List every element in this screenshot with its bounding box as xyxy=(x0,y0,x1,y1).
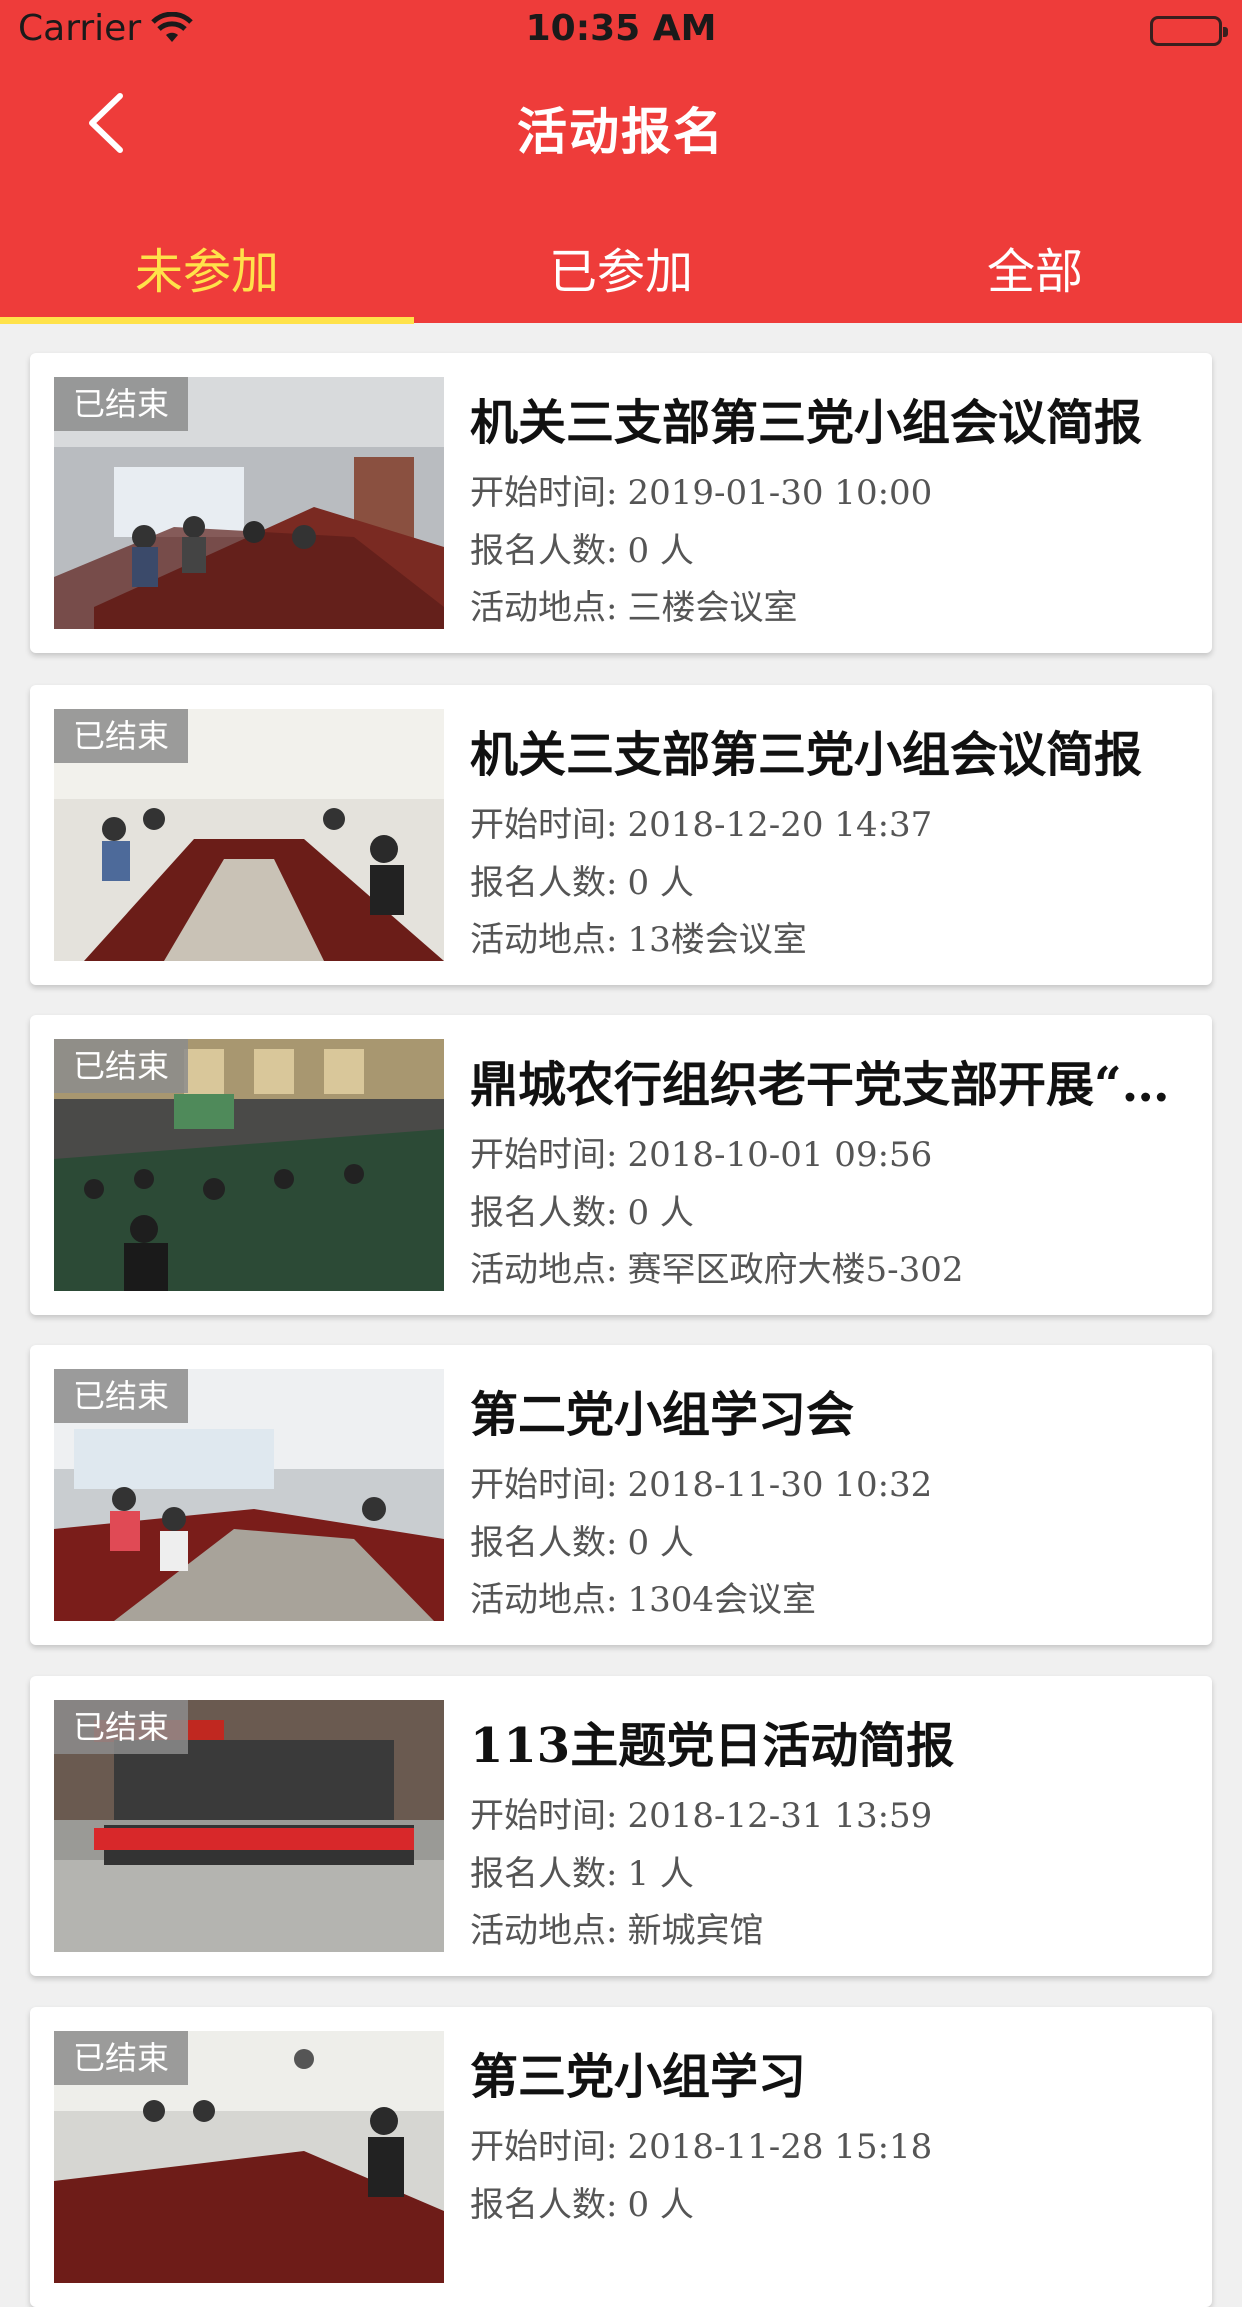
event-start-row: 开始时间: 2018-12-20 14:37 xyxy=(470,805,933,845)
event-thumbnail: 已结束 xyxy=(54,1369,444,1621)
status-badge: 已结束 xyxy=(54,709,188,763)
event-start-row: 开始时间: 2018-12-31 13:59 xyxy=(470,1796,933,1836)
event-start-row: 开始时间: 2018-11-28 15:18 xyxy=(470,2127,933,2167)
event-title: 机关三支部第三党小组会议简报 xyxy=(470,727,1143,783)
event-start-row: 开始时间: 2018-10-01 09:56 xyxy=(470,1135,933,1175)
page-title: 活动报名 xyxy=(517,103,725,161)
event-thumbnail: 已结束 xyxy=(54,1700,444,1952)
event-location-row: 活动地点: 1304会议室 xyxy=(470,1580,816,1620)
battery-icon xyxy=(1150,16,1228,46)
event-location: 1304会议室 xyxy=(627,1580,816,1620)
event-count-row: 报名人数: 0 人 xyxy=(470,1193,694,1233)
event-count: 0 人 xyxy=(627,863,694,903)
event-thumbnail: 已结束 xyxy=(54,709,444,961)
event-location: 13楼会议室 xyxy=(627,920,807,960)
event-start: 2018-12-31 13:59 xyxy=(627,1796,933,1836)
event-count-row: 报名人数: 0 人 xyxy=(470,2185,694,2225)
header: Carrier 10:35 AM 活动报名 未参加 已参加 全部 xyxy=(0,0,1242,324)
event-thumbnail: 已结束 xyxy=(54,2031,444,2283)
event-thumbnail: 已结束 xyxy=(54,377,444,629)
event-count-row: 报名人数: 0 人 xyxy=(470,531,694,571)
tab-joined[interactable]: 已参加 xyxy=(414,232,828,302)
event-start: 2019-01-30 10:00 xyxy=(627,473,933,513)
event-start: 2018-11-28 15:18 xyxy=(627,2127,933,2167)
event-count: 1 人 xyxy=(627,1854,694,1894)
tab-all[interactable]: 全部 xyxy=(828,232,1242,302)
event-title: 113主题党日活动简报 xyxy=(470,1718,955,1774)
event-card[interactable]: 已结束 机关三支部第三党小组会议简报 开始时间: 2018-12-20 14:37… xyxy=(30,685,1212,985)
event-location: 赛罕区政府大楼5-302 xyxy=(627,1250,964,1290)
event-card[interactable]: 已结束 第三党小组学习 开始时间: 2018-11-28 15:18 报名人数: 0… xyxy=(30,2007,1212,2307)
event-count-row: 报名人数: 0 人 xyxy=(470,863,694,903)
event-title: 第二党小组学习会 xyxy=(470,1387,855,1443)
status-time: 10:35 AM xyxy=(525,8,717,49)
tab-bar: 未参加 已参加 全部 xyxy=(0,210,1242,324)
event-title: 鼎城农行组织老干党支部开展“… xyxy=(470,1057,1170,1113)
event-count: 0 人 xyxy=(627,1523,694,1563)
event-title: 第三党小组学习 xyxy=(470,2049,807,2105)
event-count-row: 报名人数: 0 人 xyxy=(470,1523,694,1563)
event-count-row: 报名人数: 1 人 xyxy=(470,1854,694,1894)
event-card[interactable]: 已结束 机关三支部第三党小组会议简报 开始时间: 2019-01-30 10:00… xyxy=(30,353,1212,653)
event-start: 2018-11-30 10:32 xyxy=(627,1465,933,1505)
event-count: 0 人 xyxy=(627,1193,694,1233)
status-badge: 已结束 xyxy=(54,1369,188,1423)
event-location-row: 活动地点: 新城宾馆 xyxy=(470,1911,764,1951)
event-start: 2018-12-20 14:37 xyxy=(627,805,933,845)
status-badge: 已结束 xyxy=(54,377,188,431)
tab-active-indicator xyxy=(0,317,414,324)
event-location-row: 活动地点: 三楼会议室 xyxy=(470,588,798,628)
event-card[interactable]: 已结束 鼎城农行组织老干党支部开展“… 开始时间: 2018-10-01 09:5… xyxy=(30,1015,1212,1315)
event-location-row: 活动地点: 赛罕区政府大楼5-302 xyxy=(470,1250,964,1290)
event-location-row: 活动地点: 13楼会议室 xyxy=(470,920,807,960)
event-start-row: 开始时间: 2019-01-30 10:00 xyxy=(470,473,933,513)
status-badge: 已结束 xyxy=(54,2031,188,2085)
tab-not-joined[interactable]: 未参加 xyxy=(0,232,414,302)
nav-bar: 活动报名 xyxy=(0,62,1242,188)
status-badge: 已结束 xyxy=(54,1700,188,1754)
event-title: 机关三支部第三党小组会议简报 xyxy=(470,395,1143,451)
event-location: 新城宾馆 xyxy=(627,1911,764,1951)
event-thumbnail: 已结束 xyxy=(54,1039,444,1291)
status-badge: 已结束 xyxy=(54,1039,188,1093)
event-location: 三楼会议室 xyxy=(627,588,798,628)
event-count: 0 人 xyxy=(627,2185,694,2225)
event-count: 0 人 xyxy=(627,531,694,571)
event-card[interactable]: 已结束 113主题党日活动简报 开始时间: 2018-12-31 13:59 报名… xyxy=(30,1676,1212,1976)
event-card[interactable]: 已结束 第二党小组学习会 开始时间: 2018-11-30 10:32 报名人数:… xyxy=(30,1345,1212,1645)
event-start: 2018-10-01 09:56 xyxy=(627,1135,933,1175)
event-start-row: 开始时间: 2018-11-30 10:32 xyxy=(470,1465,933,1505)
status-bar: Carrier 10:35 AM xyxy=(0,0,1242,62)
